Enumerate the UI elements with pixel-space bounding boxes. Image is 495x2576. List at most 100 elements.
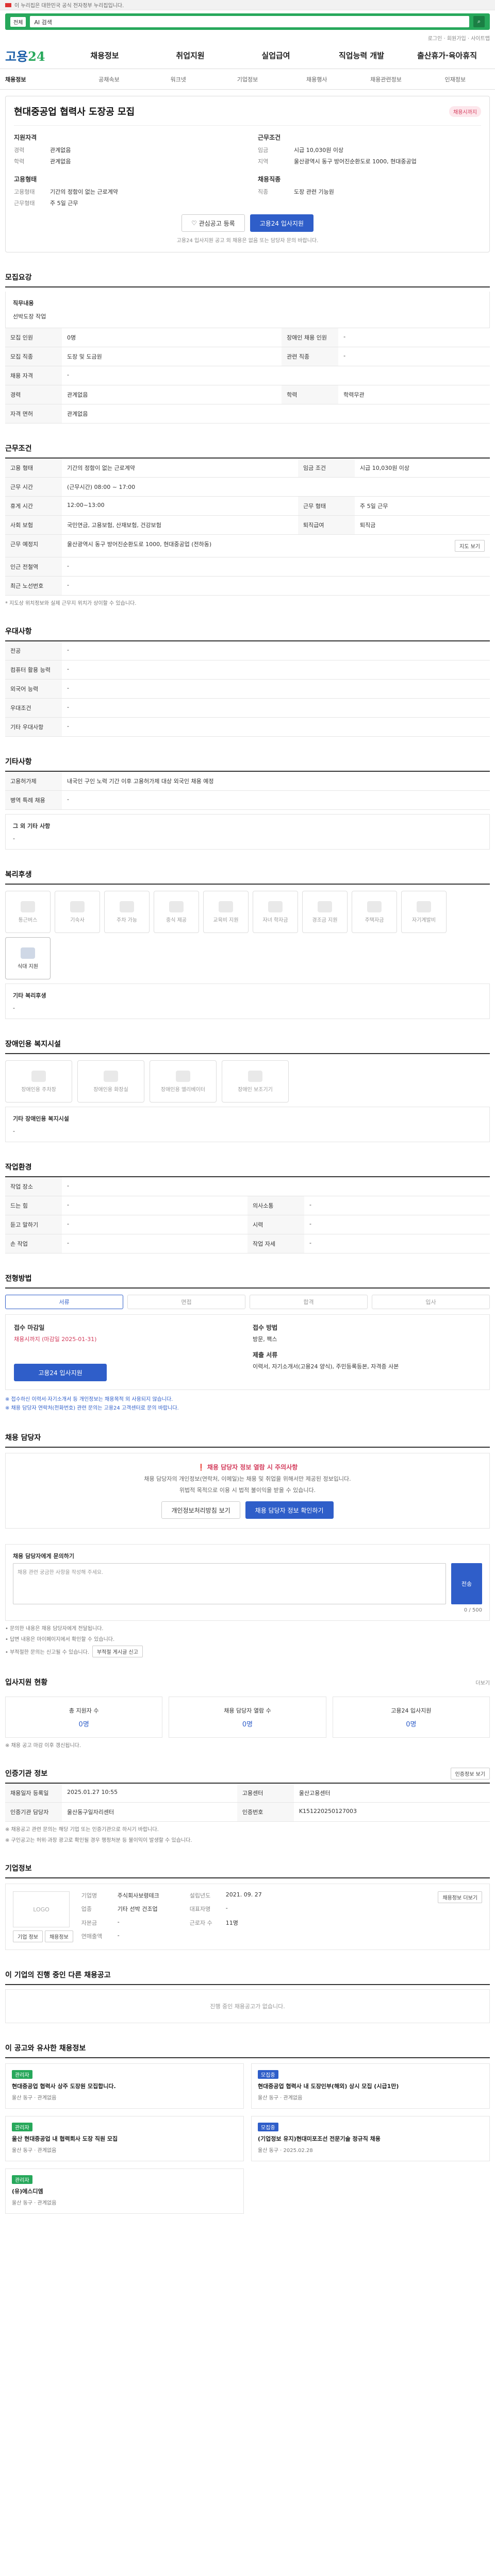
apply-info-box: 접수 마감일 채용시까지 (마감일 2025-01-31) 고용24 입사지원 … bbox=[5, 1314, 490, 1390]
utility-links[interactable]: 로그인 · 회원가입 · 사이트맵 bbox=[0, 33, 495, 42]
search-scope-select[interactable]: 전체 bbox=[10, 16, 26, 27]
summary-key: 경력 bbox=[14, 147, 25, 154]
info-text: 자본금 bbox=[81, 1919, 97, 1926]
table-row: 채용일자 등록일 2025.01.27 10:55 고용센터 울산고용센터 bbox=[5, 1783, 490, 1803]
deadline-value: 채용시까지 (마감일 2025-01-31) bbox=[14, 1336, 97, 1343]
nav-item-jobs[interactable]: 채용정보 bbox=[62, 50, 147, 61]
meal-icon bbox=[169, 901, 184, 912]
section-title: 이 기업의 진행 중인 다른 채용공고 bbox=[5, 1965, 490, 1985]
recommend-tag: 모집중 bbox=[258, 2070, 278, 2079]
welfare-item: 주택자금 bbox=[352, 891, 397, 933]
site-logo[interactable]: 고용24 bbox=[5, 46, 62, 64]
etc-box-heading: 그 외 기타 사항 bbox=[13, 823, 51, 829]
info-text: 주택자금 bbox=[365, 917, 384, 923]
agency-info-button[interactable]: 인증정보 보기 bbox=[450, 1767, 490, 1780]
recommend-title: 현대중공업 협력사 상주 도장원 모집합니다. bbox=[12, 2083, 116, 2090]
table-header-cell: 우대조건 bbox=[5, 698, 62, 718]
company-jobs-button[interactable]: 채용정보 bbox=[44, 1930, 73, 1942]
section-title: 입사지원 현황 bbox=[5, 1679, 48, 1687]
status-note: ※ 채용 공고 마감 이후 갱신됩니다. bbox=[5, 1743, 81, 1749]
apply-button[interactable]: 고용24 입사지원 bbox=[250, 214, 314, 232]
table-cell: 관계없음 bbox=[62, 404, 490, 423]
section-title: 우대사항 bbox=[5, 622, 490, 641]
info-text: - bbox=[117, 1931, 120, 1939]
recommend-card[interactable]: 모집중 (기업정보 유지)현대미포조선 전문기술 정규직 채용 울산 동구 · … bbox=[251, 2116, 490, 2161]
subnav-item-related[interactable]: 채용관련정보 bbox=[351, 75, 420, 83]
view-contact-button[interactable]: 채용 담당자 정보 확인하기 bbox=[245, 1501, 334, 1519]
status-more-link[interactable]: 더보기 bbox=[475, 1679, 490, 1686]
inquiry-textarea[interactable]: 채용 관련 궁금한 사항을 작성해 주세요. bbox=[13, 1563, 446, 1604]
duty-heading: 직무내용 bbox=[13, 300, 34, 307]
privacy-policy-button[interactable]: 개인정보처리방침 보기 bbox=[161, 1501, 240, 1519]
welfare-grid: 통근버스 기숙사 주차 가능 중식 제공 교육비 지원 자녀 학자금 경조금 지… bbox=[5, 891, 490, 979]
table-header-cell: 작업 자세 bbox=[248, 1234, 304, 1253]
inquiry-note: • 부적절한 문의는 신고될 수 있습니다. 부적절 게시글 신고 bbox=[5, 1646, 490, 1657]
info-text: 0명 bbox=[78, 1720, 89, 1728]
info-text: 주차 가능 bbox=[117, 917, 137, 923]
nav-item-training[interactable]: 직업능력 개발 bbox=[319, 50, 404, 61]
recommend-card[interactable]: 관리자 현대중공업 협력사 상주 도장원 모집합니다. 울산 동구 · 관계없음 bbox=[5, 2063, 244, 2109]
info-text: 장애인용 화장실 bbox=[93, 1087, 128, 1093]
search-button[interactable]: ⌕ bbox=[473, 16, 485, 27]
subnav-item-worknet[interactable]: 워크넷 bbox=[144, 75, 213, 83]
recommend-meta: 울산 동구 · 관계없음 bbox=[12, 2095, 57, 2101]
education-icon bbox=[219, 901, 233, 912]
subnav-item-company[interactable]: 기업정보 bbox=[213, 75, 282, 83]
inquiry-submit-button[interactable]: 전송 bbox=[451, 1563, 482, 1604]
agency-section: 인증기관 정보 인증정보 보기 채용일자 등록일 2025.01.27 10:55… bbox=[5, 1764, 490, 1843]
subnav-item-jobinfo[interactable]: 채용정보 bbox=[5, 75, 74, 83]
contact-alert-title: 채용 담당자 정보 열람 시 주의사항 bbox=[207, 1464, 298, 1471]
parking-icon bbox=[31, 1070, 46, 1082]
job-title: 현대중공업 협력사 도장공 모집 bbox=[14, 107, 135, 117]
table-header-cell: 고용허가제 bbox=[5, 772, 62, 791]
recommend-meta: 울산 동구 · 2025.02.28 bbox=[258, 2148, 313, 2154]
table-row: 인증기관 담당자 울산동구일자리센터 인증번호 K151220250127003 bbox=[5, 1802, 490, 1822]
scholarship-icon bbox=[268, 901, 283, 912]
subnav-item-open[interactable]: 공채속보 bbox=[74, 75, 143, 83]
company-follow-button[interactable]: 채용정보 더보기 bbox=[438, 1891, 482, 1903]
table-cell: - bbox=[62, 790, 490, 810]
info-text: 통근버스 bbox=[18, 917, 38, 923]
recommend-card[interactable]: 관리자 (유)에스디엠 울산 동구 · 관계없음 bbox=[5, 2168, 244, 2214]
table-row: 작업 장소 - bbox=[5, 1177, 490, 1196]
report-button[interactable]: 부적절 게시글 신고 bbox=[92, 1646, 143, 1657]
agency-note: ※ 구인공고는 허위·과장 광고로 확인될 경우 행정처분 등 불이익이 발생할… bbox=[5, 1838, 192, 1843]
company-info-button[interactable]: 기업 정보 bbox=[13, 1930, 43, 1942]
table-header-cell: 장애인 채용 인원 bbox=[282, 328, 339, 347]
nav-item-leave[interactable]: 출산휴가·육아휴직 bbox=[404, 50, 490, 61]
map-button[interactable]: 지도 보기 bbox=[455, 540, 485, 552]
table-header-cell: 인증번호 bbox=[237, 1802, 294, 1822]
welfare-item: 자녀 학자금 bbox=[253, 891, 298, 933]
search-icon: ⌕ bbox=[477, 18, 481, 25]
info-text: 교육비 지원 bbox=[213, 917, 239, 923]
recommend-title: 울산 현대중공업 내 협력회사 도장 직원 모집 bbox=[12, 2136, 118, 2142]
method-heading: 접수 방법 bbox=[253, 1324, 278, 1331]
recommend-card[interactable]: 관리자 울산 현대중공업 내 협력회사 도장 직원 모집 울산 동구 · 관계없… bbox=[5, 2116, 244, 2161]
subnav-item-event[interactable]: 채용행사 bbox=[282, 75, 351, 83]
table-row: 고용허가제 내국인 구인 노력 기간 이후 고용허가제 대상 외국인 채용 예정 bbox=[5, 772, 490, 791]
subnav-item-talent[interactable]: 인재정보 bbox=[421, 75, 490, 83]
info-text: 0명 bbox=[406, 1720, 417, 1728]
summary-key: 지역 bbox=[258, 158, 269, 165]
interest-button[interactable]: ♡ 관심공고 등록 bbox=[182, 214, 245, 232]
recommend-card[interactable]: 모집중 현대중공업 협력사 내 도장인부(해외) 상시 모집 (시급1만) 울산… bbox=[251, 2063, 490, 2109]
table-row: 최근 노선번호 - bbox=[5, 576, 490, 596]
process-apply-button[interactable]: 고용24 입사지원 bbox=[14, 1364, 107, 1381]
nav-item-benefits[interactable]: 실업급여 bbox=[233, 50, 319, 61]
inquiry-note: • 문의한 내용은 채용 담당자에게 전달됩니다. bbox=[5, 1626, 104, 1632]
disability-grid: 장애인용 주차장 장애인용 화장실 장애인용 엘리베이터 장애인 보조기기 bbox=[5, 1060, 490, 1103]
info-text: 0명 bbox=[242, 1720, 253, 1728]
main-nav: 고용24 채용정보 취업지원 실업급여 직업능력 개발 출산휴가·육아휴직 bbox=[0, 42, 495, 69]
logo-main: 고용 bbox=[5, 49, 28, 64]
inquiry-counter: 0 / 500 bbox=[464, 1607, 482, 1613]
disability-item: 장애인 보조기기 bbox=[222, 1060, 289, 1103]
nav-item-support[interactable]: 취업지원 bbox=[147, 50, 233, 61]
interest-button-label: 관심공고 등록 bbox=[199, 219, 235, 227]
status-card: 총 지원자 수 0명 bbox=[5, 1697, 163, 1738]
table-cell: - bbox=[304, 1234, 490, 1253]
ai-search-input[interactable]: AI 검색 bbox=[30, 16, 469, 27]
table-row: 우대조건 - bbox=[5, 698, 490, 718]
section-title: 이 공고와 유사한 채용정보 bbox=[5, 2039, 490, 2058]
inquiry-title: 채용 담당자에게 문의하기 bbox=[13, 1553, 74, 1560]
disability-etc-heading: 기타 장애인용 복지시설 bbox=[13, 1115, 69, 1122]
